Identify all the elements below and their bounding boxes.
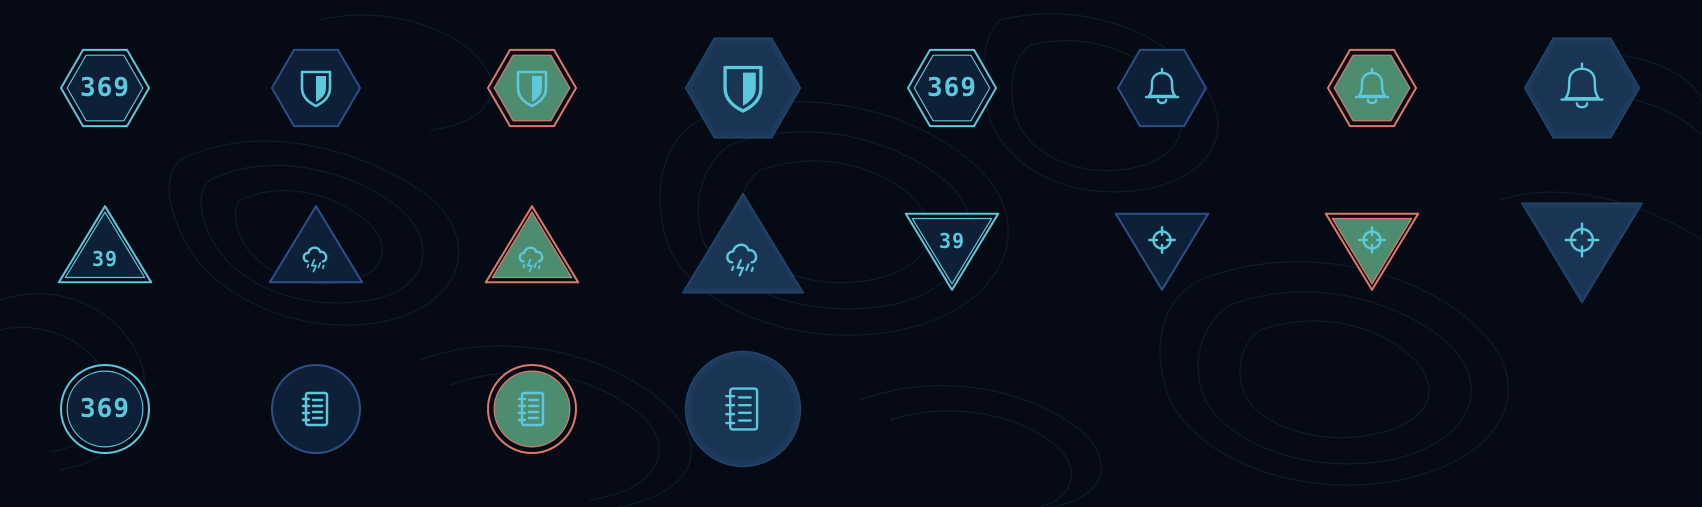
hexagon-badge[interactable]	[1512, 18, 1652, 158]
badge-inner-shape	[268, 205, 364, 284]
badge-number: 39	[92, 247, 118, 271]
circle-badge[interactable]	[673, 339, 813, 479]
triangle-badge[interactable]: 39	[35, 178, 175, 318]
triangle-badge[interactable]	[462, 178, 602, 318]
triangle-badge[interactable]: 39	[882, 178, 1022, 318]
badge-inner-shape	[691, 357, 795, 461]
triangle-badge[interactable]	[1302, 178, 1442, 318]
badge-inner-shape	[493, 370, 571, 448]
hexagon-badge[interactable]: 369	[35, 18, 175, 158]
triangle-badge[interactable]	[673, 178, 813, 318]
circle-badge[interactable]	[246, 339, 386, 479]
badge-inner-shape	[271, 364, 361, 454]
badge-inner-shape	[1333, 54, 1411, 122]
triangle-badge[interactable]	[246, 178, 386, 318]
badge-number: 369	[80, 394, 130, 424]
hexagon-badge[interactable]	[246, 18, 386, 158]
badge-number: 369	[80, 73, 130, 103]
circle-badge[interactable]: 369	[35, 339, 175, 479]
circle-badge[interactable]	[462, 339, 602, 479]
hexagon-badge[interactable]	[1092, 18, 1232, 158]
badge-number: 39	[939, 229, 965, 253]
badge-inner-shape	[1116, 48, 1208, 128]
hexagon-badge[interactable]	[1302, 18, 1442, 158]
hexagon-badge[interactable]	[462, 18, 602, 158]
hexagon-badge[interactable]: 369	[882, 18, 1022, 158]
badge-inner-shape	[688, 198, 798, 289]
badge-number: 369	[927, 73, 977, 103]
triangle-badge[interactable]	[1092, 178, 1232, 318]
triangle-badge[interactable]	[1512, 178, 1652, 318]
hexagon-badge[interactable]	[673, 18, 813, 158]
